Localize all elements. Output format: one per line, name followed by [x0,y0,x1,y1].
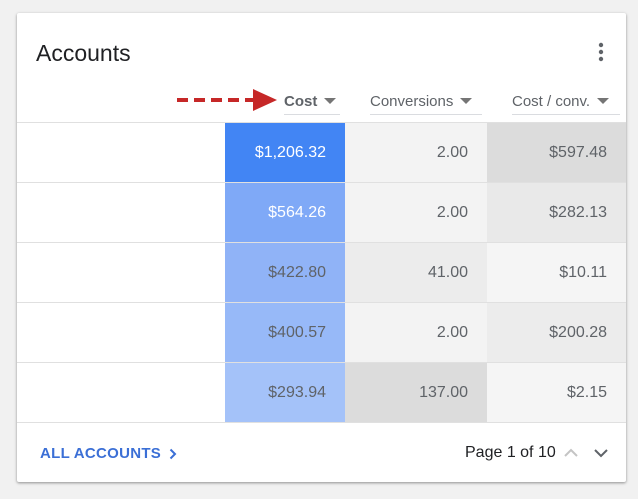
cost-cell: $400.57 [225,303,345,362]
conversions-cell: 2.00 [345,123,487,182]
cost-per-conv-cell: $597.48 [487,123,626,182]
account-name-cell[interactable] [17,303,225,362]
more-vert-icon[interactable] [593,41,609,63]
cost-cell: $293.94 [225,363,345,422]
conversions-cell: 2.00 [345,303,487,362]
chevron-up-icon[interactable] [562,445,580,461]
accounts-table: $1,206.32 2.00 $597.48 $564.26 2.00 $282… [17,122,626,422]
chevron-down-icon[interactable] [592,445,610,461]
cost-per-conv-cell: $200.28 [487,303,626,362]
table-row[interactable]: $422.80 41.00 $10.11 [17,242,626,302]
account-name-cell[interactable] [17,363,225,422]
cost-per-conv-cell: $282.13 [487,183,626,242]
table-row[interactable]: $564.26 2.00 $282.13 [17,182,626,242]
column-header-cost-per-conv[interactable]: Cost / conv. [512,89,620,115]
column-header-cost[interactable]: Cost [284,89,340,115]
cost-per-conv-cell: $10.11 [487,243,626,302]
chevron-right-icon [169,448,177,459]
table-row[interactable]: $1,206.32 2.00 $597.48 [17,122,626,182]
cost-cell: $1,206.32 [225,123,345,182]
column-header-label: Cost [284,92,318,110]
column-header-conversions[interactable]: Conversions [370,89,482,115]
card-footer: ALL ACCOUNTS Page 1 of 10 [17,422,626,482]
table-row[interactable]: $400.57 2.00 $200.28 [17,302,626,362]
pagination-info: Page 1 of 10 [465,444,556,461]
sort-caret-icon [324,98,337,104]
conversions-cell: 137.00 [345,363,487,422]
sort-caret-icon [460,98,473,104]
column-header-label: Conversions [370,92,454,110]
accounts-card: Accounts Cost Conversions Cost / conv. $… [17,13,626,482]
column-header-label: Cost / conv. [512,92,591,110]
account-name-cell[interactable] [17,243,225,302]
conversions-cell: 41.00 [345,243,487,302]
account-name-cell[interactable] [17,123,225,182]
sort-caret-icon [597,98,610,104]
card-title: Accounts [36,40,131,66]
table-row[interactable]: $293.94 137.00 $2.15 [17,362,626,422]
dashed-arrow-right-icon [177,89,277,111]
account-name-cell[interactable] [17,183,225,242]
all-accounts-label: ALL ACCOUNTS [40,445,162,462]
cost-cell: $422.80 [225,243,345,302]
all-accounts-link[interactable]: ALL ACCOUNTS [40,445,177,462]
cost-per-conv-cell: $2.15 [487,363,626,422]
conversions-cell: 2.00 [345,183,487,242]
cost-cell: $564.26 [225,183,345,242]
